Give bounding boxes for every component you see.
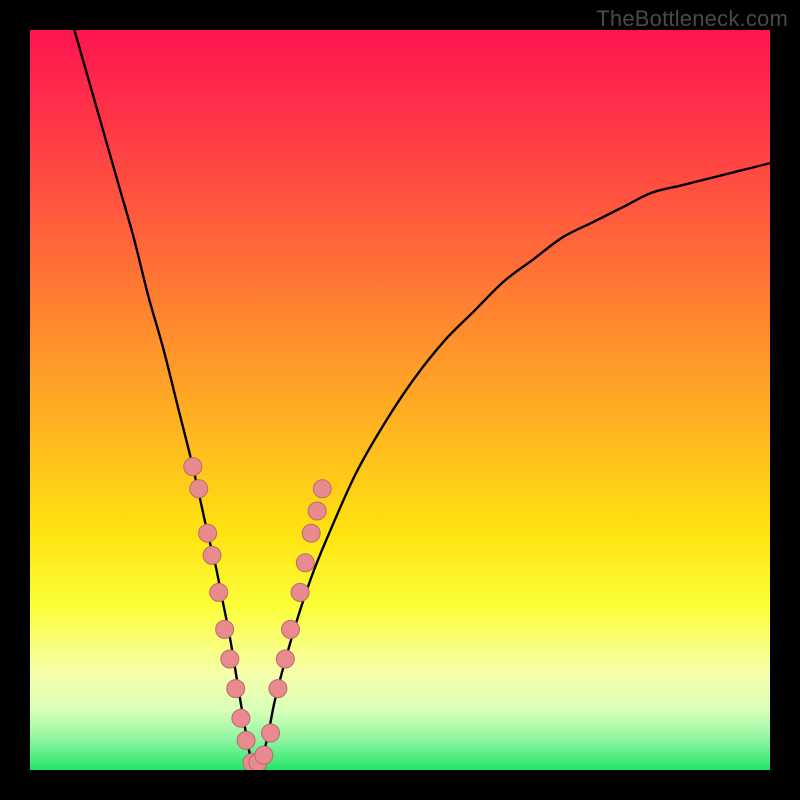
plot-area [30,30,770,770]
marker-dot [276,650,294,668]
marker-dot [221,650,239,668]
marker-dot [227,680,245,698]
marker-dot [308,502,326,520]
sample-points [184,458,331,770]
bottleneck-curve [74,30,770,766]
chart-frame: TheBottleneck.com [0,0,800,800]
marker-dot [313,480,331,498]
watermark-text: TheBottleneck.com [596,6,788,32]
marker-dot [184,458,202,476]
marker-dot [291,583,309,601]
marker-dot [262,724,280,742]
marker-dot [210,583,228,601]
marker-dot [216,620,234,638]
marker-dot [296,554,314,572]
marker-dot [269,680,287,698]
marker-dot [203,546,221,564]
marker-dot [281,620,299,638]
marker-dot [255,746,273,764]
marker-dot [302,524,320,542]
chart-svg [30,30,770,770]
marker-dot [237,731,255,749]
marker-dot [190,480,208,498]
marker-dot [232,709,250,727]
marker-dot [199,524,217,542]
